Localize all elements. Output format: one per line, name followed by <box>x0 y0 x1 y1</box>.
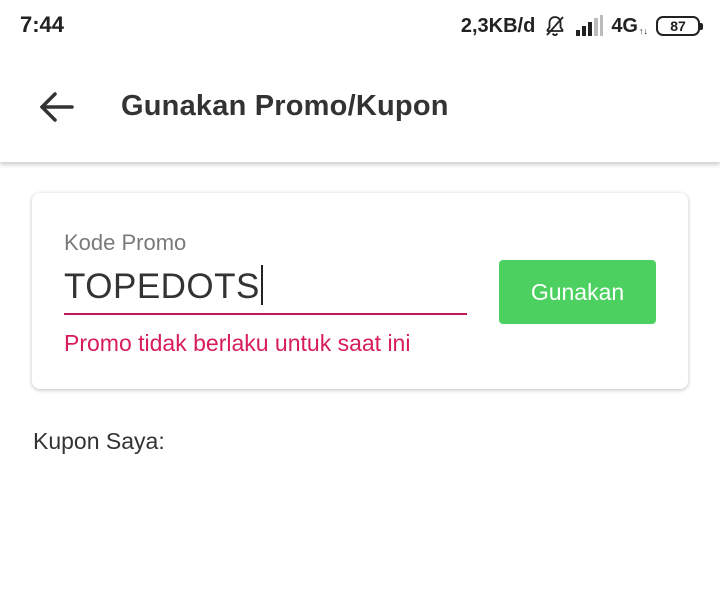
promo-code-label: Kode Promo <box>64 230 187 255</box>
status-indicators: 2,3KB/d 4G ↑↓ 87 <box>460 12 703 40</box>
apply-promo-button[interactable]: Gunakan <box>499 260 656 324</box>
promo-code-value: TOPEDOTS <box>64 267 260 306</box>
promo-code-input[interactable]: TOPEDOTS <box>64 265 263 307</box>
network-type-label: 4G <box>611 14 638 37</box>
status-bar: 7:44 2,3KB/d 4G ↑↓ 87 <box>0 0 720 52</box>
app-toolbar: Gunakan Promo/Kupon <box>0 52 720 162</box>
text-caret <box>260 265 263 305</box>
network-type: 4G ↑↓ <box>611 15 648 38</box>
promo-card: Kode Promo TOPEDOTS Promo tidak berlaku … <box>32 193 688 389</box>
arrow-left-icon <box>40 92 74 122</box>
page-title: Gunakan Promo/Kupon <box>121 90 449 122</box>
back-button[interactable] <box>30 83 82 131</box>
promo-code-field[interactable]: TOPEDOTS <box>64 261 467 315</box>
network-activity: ↑↓ <box>639 25 648 36</box>
promo-error-message: Promo tidak berlaku untuk saat ini <box>64 330 411 356</box>
signal-icon <box>575 15 604 37</box>
battery-icon: 87 <box>656 16 703 36</box>
status-time: 7:44 <box>20 12 65 37</box>
bell-muted-icon <box>543 14 567 38</box>
my-coupons-heading: Kupon Saya: <box>33 428 165 454</box>
network-speed: 2,3KB/d <box>460 14 536 37</box>
